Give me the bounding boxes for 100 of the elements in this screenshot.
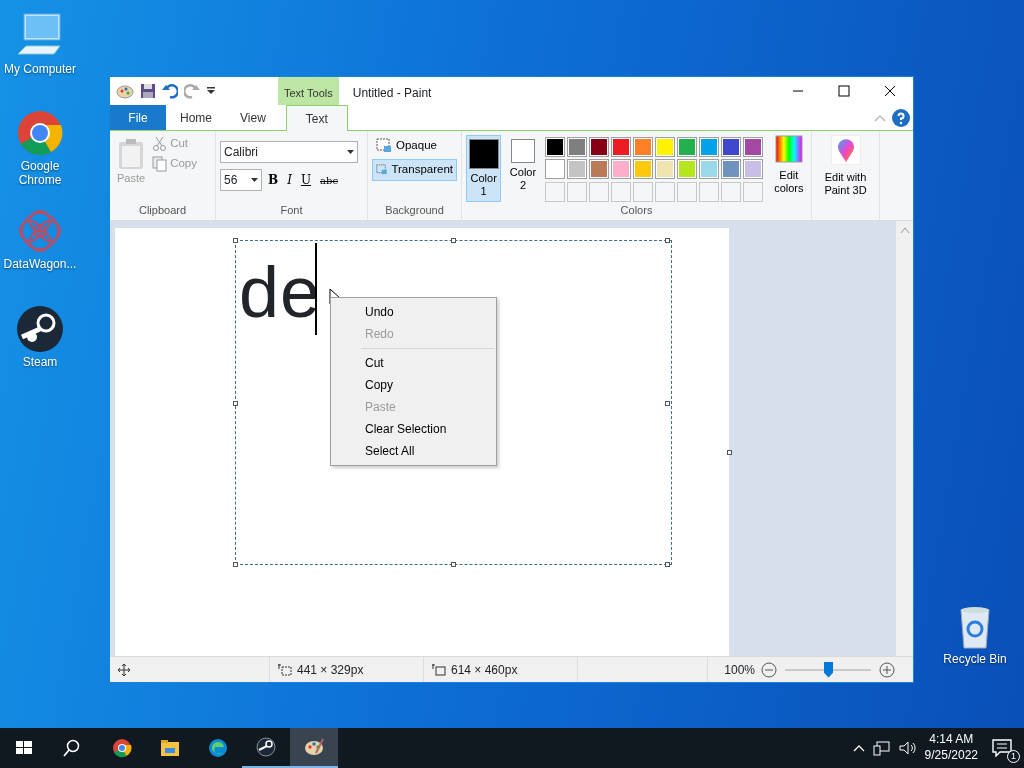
save-icon[interactable] — [140, 83, 156, 99]
chrome-icon — [112, 738, 132, 758]
scissors-icon — [152, 135, 168, 152]
ribbon-tab[interactable]: Text — [285, 105, 348, 131]
zoom-in-icon[interactable] — [879, 661, 895, 678]
resize-handle[interactable] — [451, 238, 456, 243]
zoom-level: 100% — [724, 661, 755, 679]
palette-color[interactable] — [676, 137, 697, 157]
clipboard-icon — [117, 138, 146, 170]
palette-color[interactable] — [566, 159, 587, 180]
color-slot-button[interactable]: Color 1 — [466, 135, 502, 203]
scroll-up-icon[interactable] — [899, 226, 910, 234]
palette-color[interactable] — [676, 159, 697, 180]
strikethrough-button[interactable]: abc — [317, 172, 341, 188]
notification-icon — [992, 739, 1012, 758]
palette-color[interactable] — [698, 137, 719, 157]
paint-palette-icon — [304, 737, 324, 757]
dropdown-icon[interactable] — [206, 86, 216, 96]
group-label: Font — [279, 203, 304, 218]
palette-color[interactable] — [742, 137, 763, 157]
menu-item[interactable]: Undo — [331, 301, 496, 323]
resize-handle[interactable] — [233, 238, 238, 243]
italic-button[interactable]: I — [284, 171, 295, 189]
palette-color[interactable] — [588, 159, 609, 180]
file-menu-button[interactable]: File — [110, 105, 166, 130]
resize-handle[interactable] — [665, 562, 670, 567]
copy-icon — [152, 155, 168, 172]
palette-color[interactable] — [720, 159, 741, 180]
group-label: Colors — [619, 203, 654, 219]
opaque-icon — [376, 138, 392, 154]
palette-color[interactable] — [632, 159, 653, 180]
zoom-out-icon[interactable] — [761, 661, 777, 678]
palette-color[interactable] — [544, 159, 565, 180]
menu-item[interactable]: Select All — [331, 440, 496, 462]
contextual-tab-label: Text Tools — [278, 77, 339, 105]
icon-label[interactable]: Steam — [2, 355, 78, 370]
resize-handle[interactable] — [665, 238, 670, 243]
palette-color[interactable] — [544, 137, 565, 157]
canvas-text[interactable]: de — [239, 256, 322, 328]
dropdown-arrow-icon — [251, 178, 258, 182]
color-slot-button[interactable]: Color 2 — [505, 135, 541, 203]
underline-button[interactable]: U — [297, 171, 315, 189]
ribbon-tab[interactable]: Home — [166, 105, 226, 130]
palette-color[interactable] — [654, 159, 675, 180]
steam-icon — [256, 737, 276, 757]
notifications-button[interactable] — [992, 738, 1012, 758]
menu-item[interactable]: Cut — [331, 352, 496, 374]
icon-label[interactable]: Google Chrome — [2, 159, 78, 188]
palette-color[interactable] — [610, 137, 631, 157]
background-option[interactable]: Opaque — [372, 135, 457, 157]
font-family-dropdown[interactable]: Calibri — [220, 141, 358, 163]
resize-handle[interactable] — [451, 562, 456, 567]
dropdown-arrow-icon — [347, 150, 354, 154]
clock[interactable]: 4:14 AM 9/25/2022 — [924, 732, 978, 764]
help-icon[interactable] — [892, 108, 910, 127]
search-icon — [62, 738, 82, 758]
taskbar-button[interactable] — [290, 728, 338, 768]
palette-color[interactable] — [742, 159, 763, 180]
menu-item[interactable]: Clear Selection — [331, 418, 496, 440]
move-icon — [118, 663, 130, 676]
zoom-slider-thumb[interactable] — [824, 661, 833, 678]
maximize-icon[interactable] — [838, 85, 850, 97]
image-size-icon — [432, 663, 446, 676]
icon-label[interactable]: Recycle Bin — [937, 652, 1013, 667]
paint-palette-icon — [116, 82, 134, 100]
palette-color[interactable] — [720, 137, 741, 157]
icon-label[interactable]: DataWagon... — [2, 257, 78, 272]
group-label: Background — [384, 203, 445, 218]
volume-icon[interactable] — [898, 740, 917, 756]
menu-item[interactable]: Copy — [331, 374, 496, 396]
edge-icon — [208, 738, 228, 758]
background-option[interactable]: Transparent — [372, 159, 457, 181]
palette-color[interactable] — [566, 137, 587, 157]
show-hidden-icons[interactable] — [852, 744, 865, 752]
paint-drop-icon — [830, 135, 861, 165]
edit-with-paint-3d-button[interactable]: Edit with Paint 3D — [816, 135, 875, 220]
palette-color[interactable] — [610, 159, 631, 180]
edit-colors-button[interactable]: Edit colors — [770, 135, 807, 203]
undo-icon[interactable] — [162, 83, 178, 99]
color-spectrum-icon — [774, 135, 803, 163]
steam-icon[interactable] — [14, 303, 66, 355]
resize-handle[interactable] — [727, 450, 732, 455]
bold-button[interactable]: B — [265, 171, 282, 189]
redo-icon[interactable] — [184, 83, 200, 99]
folder-icon — [160, 738, 180, 758]
font-size-dropdown[interactable]: 56 — [220, 169, 262, 191]
resize-handle[interactable] — [233, 562, 238, 567]
palette-color[interactable] — [654, 137, 675, 157]
close-icon[interactable] — [884, 85, 896, 97]
resize-handle[interactable] — [665, 401, 670, 406]
network-icon[interactable] — [872, 740, 891, 756]
ribbon-tab[interactable]: View — [226, 105, 280, 130]
selection-size: 441 × 329px — [297, 661, 364, 679]
group-label: Clipboard — [137, 203, 188, 218]
palette-color[interactable] — [632, 137, 653, 157]
resize-handle[interactable] — [233, 401, 238, 406]
notification-count: 1 — [1007, 750, 1020, 764]
palette-color[interactable] — [698, 159, 719, 180]
selection-size-icon — [278, 663, 292, 676]
palette-color[interactable] — [588, 137, 609, 157]
